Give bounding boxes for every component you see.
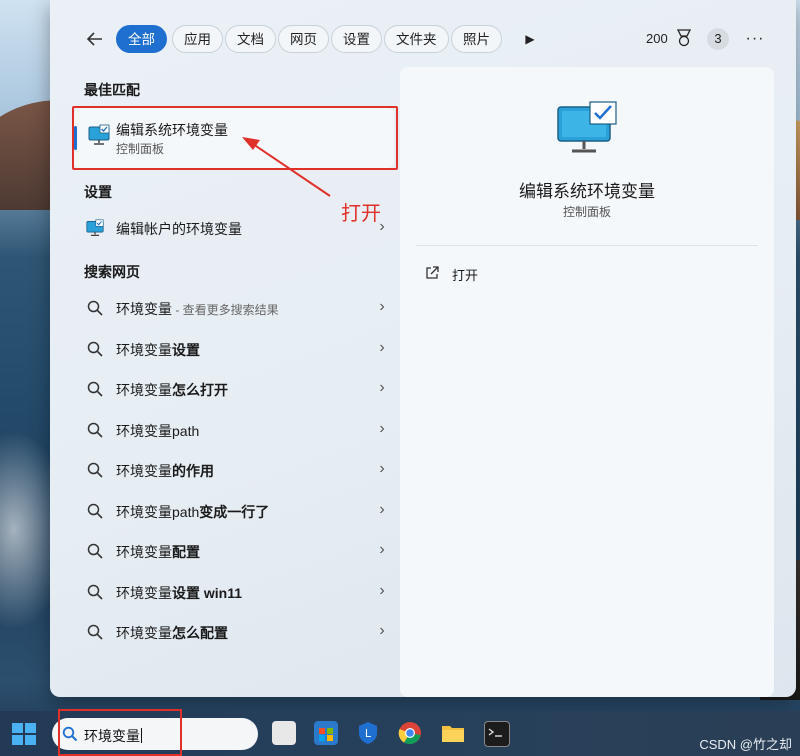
web-result-label: 环境变量 - 查看更多搜索结果 [116, 301, 279, 317]
search-icon [87, 503, 103, 519]
chevron-right-icon: › [379, 298, 385, 315]
store-app-icon[interactable] [314, 721, 338, 745]
search-icon [87, 584, 103, 600]
search-icon [87, 624, 103, 640]
tab-settings[interactable]: 设置 [331, 25, 382, 53]
tab-web[interactable]: 网页 [278, 25, 329, 53]
web-result-item[interactable]: 环境变量设置 › [78, 329, 385, 369]
detail-subtitle: 控制面板 [562, 205, 611, 219]
chevron-right-icon: › [379, 541, 385, 558]
rewards-points: 200 [646, 31, 668, 46]
svg-text:L: L [365, 727, 372, 740]
search-icon [87, 341, 103, 357]
web-result-label: 环境变量怎么配置 [116, 625, 228, 641]
web-result-label: 环境变量设置 win11 [116, 584, 243, 601]
watermark: CSDN @竹之却 [699, 737, 792, 752]
web-result-item[interactable]: 环境变量的作用 › [78, 450, 385, 490]
rewards-medal-icon[interactable] [674, 25, 694, 51]
web-result-label: 环境变量配置 [116, 544, 200, 560]
settings-item-label: 编辑帐户的环境变量 [116, 221, 242, 237]
annotation-search-highlight-box [58, 709, 182, 756]
file-explorer-icon[interactable] [441, 721, 465, 745]
tab-photos[interactable]: 照片 [451, 25, 502, 53]
more-filters-play-icon[interactable]: ▶ [520, 26, 540, 52]
web-result-item[interactable]: 环境变量怎么配置 › [78, 612, 385, 652]
task-view-icon[interactable] [272, 721, 296, 745]
chevron-right-icon: › [379, 338, 385, 356]
tab-documents[interactable]: 文档 [225, 25, 276, 53]
web-result-label: 环境变量path [116, 422, 200, 439]
open-external-icon [426, 266, 439, 279]
web-result-label: 环境变量path变成一行了 [116, 503, 270, 520]
chevron-right-icon: › [379, 581, 385, 599]
detail-title: 编辑系统环境变量 [519, 182, 655, 201]
search-icon [87, 462, 103, 478]
back-arrow-icon [86, 32, 102, 46]
tab-folders[interactable]: 文件夹 [384, 25, 449, 53]
search-panel: 全部 应用 文档 网页 设置 文件夹 照片 ▶ 200 3 ··· 最佳匹配 编… [50, 0, 796, 697]
security-app-icon[interactable]: L [356, 721, 380, 745]
search-icon [87, 422, 103, 438]
chevron-right-icon: › [379, 379, 385, 396]
web-result-label: 环境变量怎么打开 [116, 382, 228, 398]
more-options-icon[interactable]: ··· [742, 26, 768, 52]
open-action[interactable]: 打开 [424, 263, 624, 287]
web-result-item[interactable]: 环境变量怎么打开 › [78, 369, 385, 409]
web-result-item[interactable]: 环境变量 - 查看更多搜索结果 › [78, 288, 385, 328]
chevron-right-icon: › [379, 218, 385, 235]
windows-start-icon[interactable] [12, 723, 36, 745]
search-icon [87, 300, 103, 316]
back-button[interactable] [82, 26, 108, 52]
control-panel-icon [86, 219, 104, 236]
best-match-heading: 最佳匹配 [84, 82, 140, 98]
detail-pane: 编辑系统环境变量 控制面板 打开 [400, 67, 774, 697]
annotation-highlight-box [72, 106, 398, 170]
web-result-label: 环境变量设置 [116, 341, 200, 358]
search-icon [87, 381, 103, 397]
web-search-heading: 搜索网页 [84, 264, 140, 280]
web-result-item[interactable]: 环境变量设置 win11 › [78, 572, 385, 612]
chevron-right-icon: › [379, 500, 385, 518]
open-action-label: 打开 [452, 268, 479, 283]
settings-heading: 设置 [84, 184, 112, 200]
chrome-icon[interactable] [398, 721, 422, 745]
tab-apps[interactable]: 应用 [172, 25, 223, 53]
detail-divider [416, 245, 758, 246]
chevron-right-icon: › [379, 419, 385, 437]
web-result-item[interactable]: 环境变量配置 › [78, 531, 385, 571]
tab-all[interactable]: 全部 [116, 25, 167, 53]
web-result-item[interactable]: 环境变量path变成一行了 › [78, 491, 385, 531]
settings-item-account-env[interactable]: 编辑帐户的环境变量 › [78, 208, 385, 248]
search-icon [87, 543, 103, 559]
chevron-right-icon: › [379, 622, 385, 639]
control-panel-large-icon [557, 101, 617, 153]
notification-count-badge[interactable]: 3 [707, 28, 729, 50]
web-result-item[interactable]: 环境变量path › [78, 410, 385, 450]
terminal-icon[interactable] [484, 721, 510, 747]
filter-bar: 全部 应用 文档 网页 设置 文件夹 照片 ▶ 200 3 ··· [50, 20, 796, 56]
chevron-right-icon: › [379, 460, 385, 477]
web-result-label: 环境变量的作用 [116, 463, 214, 479]
